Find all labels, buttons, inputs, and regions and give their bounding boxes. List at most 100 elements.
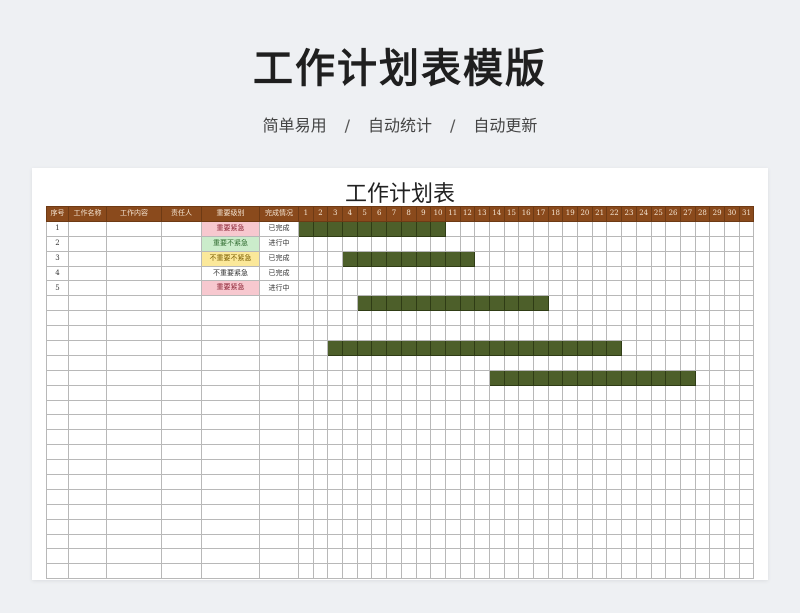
day-cell[interactable] <box>562 414 579 431</box>
day-cell[interactable] <box>577 250 593 267</box>
day-cell[interactable] <box>444 414 461 431</box>
cell-index[interactable] <box>46 310 69 327</box>
gantt-bar-cell[interactable] <box>430 340 446 356</box>
day-cell[interactable] <box>591 444 608 461</box>
day-cell[interactable] <box>342 280 358 297</box>
day-cell[interactable] <box>488 384 505 401</box>
gantt-bar-cell[interactable] <box>679 369 696 386</box>
day-cell[interactable] <box>621 548 637 565</box>
cell-owner[interactable] <box>161 310 202 327</box>
cell-task-content[interactable] <box>106 459 162 476</box>
cell-task-content[interactable] <box>106 533 162 550</box>
day-cell[interactable] <box>327 310 344 327</box>
day-cell[interactable] <box>444 488 461 505</box>
day-cell[interactable] <box>503 414 520 431</box>
gantt-bar-cell[interactable] <box>533 295 549 312</box>
day-cell[interactable] <box>606 563 623 580</box>
day-cell[interactable] <box>298 399 314 416</box>
day-cell[interactable] <box>342 518 358 535</box>
day-cell[interactable] <box>400 548 417 565</box>
day-cell[interactable] <box>488 414 505 431</box>
day-cell[interactable] <box>356 310 373 327</box>
cell-owner[interactable] <box>161 518 202 535</box>
cell-owner[interactable] <box>161 459 202 476</box>
day-header[interactable]: 30 <box>723 206 740 222</box>
day-cell[interactable] <box>415 533 432 550</box>
day-cell[interactable] <box>533 354 549 371</box>
day-cell[interactable] <box>503 220 520 237</box>
day-cell[interactable] <box>430 474 446 490</box>
cell-owner[interactable] <box>161 444 202 461</box>
day-cell[interactable] <box>400 399 417 416</box>
day-cell[interactable] <box>444 220 461 237</box>
day-cell[interactable] <box>650 250 667 267</box>
cell-status[interactable] <box>259 563 299 580</box>
day-header[interactable]: 14 <box>488 206 505 222</box>
day-cell[interactable] <box>650 503 667 520</box>
cell-status[interactable] <box>259 548 299 565</box>
cell-index[interactable] <box>46 563 69 580</box>
day-cell[interactable] <box>606 220 623 237</box>
day-cell[interactable] <box>635 518 652 535</box>
cell-index[interactable] <box>46 548 69 565</box>
day-cell[interactable] <box>621 325 637 342</box>
cell-task-name[interactable] <box>68 503 107 520</box>
day-cell[interactable] <box>400 563 417 580</box>
day-cell[interactable] <box>518 474 534 490</box>
day-cell[interactable] <box>723 265 740 282</box>
day-cell[interactable] <box>679 235 696 252</box>
day-cell[interactable] <box>488 220 505 237</box>
day-cell[interactable] <box>709 533 725 550</box>
day-cell[interactable] <box>591 474 608 490</box>
day-cell[interactable] <box>562 310 579 327</box>
day-cell[interactable] <box>488 518 505 535</box>
day-cell[interactable] <box>415 310 432 327</box>
cell-index[interactable] <box>46 444 69 461</box>
day-cell[interactable] <box>356 325 373 342</box>
day-cell[interactable] <box>665 250 681 267</box>
day-cell[interactable] <box>518 533 534 550</box>
day-cell[interactable] <box>679 325 696 342</box>
day-cell[interactable] <box>488 488 505 505</box>
day-cell[interactable] <box>533 533 549 550</box>
cell-task-content[interactable] <box>106 340 162 356</box>
day-cell[interactable] <box>356 369 373 386</box>
day-cell[interactable] <box>621 503 637 520</box>
day-cell[interactable] <box>694 250 711 267</box>
day-cell[interactable] <box>371 459 388 476</box>
day-cell[interactable] <box>459 563 476 580</box>
day-cell[interactable] <box>430 563 446 580</box>
gantt-bar-cell[interactable] <box>342 340 358 356</box>
day-cell[interactable] <box>709 459 725 476</box>
day-cell[interactable] <box>533 563 549 580</box>
day-cell[interactable] <box>503 325 520 342</box>
day-cell[interactable] <box>679 488 696 505</box>
day-cell[interactable] <box>371 488 388 505</box>
day-cell[interactable] <box>342 563 358 580</box>
day-cell[interactable] <box>606 235 623 252</box>
day-cell[interactable] <box>312 429 329 446</box>
day-cell[interactable] <box>738 488 755 505</box>
day-cell[interactable] <box>327 280 344 297</box>
day-cell[interactable] <box>562 325 579 342</box>
cell-priority[interactable] <box>201 369 260 386</box>
day-cell[interactable] <box>327 369 344 386</box>
day-cell[interactable] <box>621 354 637 371</box>
day-cell[interactable] <box>312 518 329 535</box>
day-cell[interactable] <box>459 399 476 416</box>
day-cell[interactable] <box>621 399 637 416</box>
day-cell[interactable] <box>723 250 740 267</box>
day-cell[interactable] <box>342 265 358 282</box>
day-cell[interactable] <box>444 280 461 297</box>
day-cell[interactable] <box>709 340 725 356</box>
day-cell[interactable] <box>679 250 696 267</box>
day-cell[interactable] <box>386 563 402 580</box>
day-cell[interactable] <box>342 399 358 416</box>
day-cell[interactable] <box>356 354 373 371</box>
day-cell[interactable] <box>356 384 373 401</box>
gantt-bar-cell[interactable] <box>298 220 314 237</box>
cell-owner[interactable] <box>161 325 202 342</box>
day-cell[interactable] <box>709 295 725 312</box>
day-cell[interactable] <box>709 384 725 401</box>
day-cell[interactable] <box>635 354 652 371</box>
